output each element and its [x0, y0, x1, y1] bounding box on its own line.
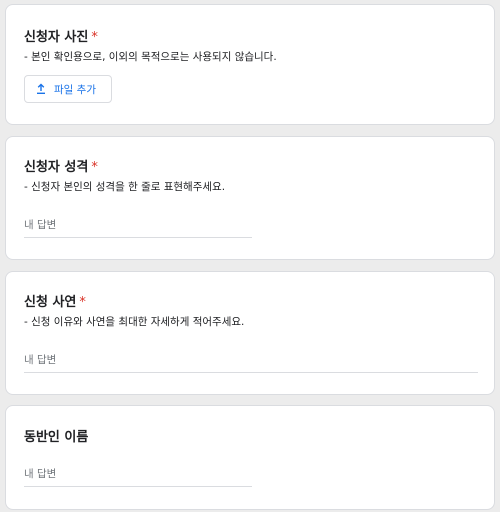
question-title: 신청자 성격 *: [24, 160, 98, 175]
short-answer-input[interactable]: 내 답변: [24, 217, 252, 238]
required-asterisk: *: [79, 295, 86, 310]
question-description: - 본인 확인용으로, 이외의 목적으로는 사용되지 않습니다.: [24, 51, 277, 63]
question-description: - 신청 이유와 사연을 최대한 자세하게 적어주세요.: [24, 316, 245, 328]
question-card-story: 신청 사연 * - 신청 이유와 사연을 최대한 자세하게 적어주세요. 내 답변: [5, 271, 495, 395]
paragraph-answer-input[interactable]: 내 답변: [24, 352, 478, 373]
add-file-button[interactable]: 파일 추가: [24, 75, 112, 103]
required-asterisk: *: [91, 30, 98, 45]
question-card-photo: 신청자 사진 * - 본인 확인용으로, 이외의 목적으로는 사용되지 않습니다.…: [5, 4, 495, 125]
question-card-personality: 신청자 성격 * - 신청자 본인의 성격을 한 줄로 표현해주세요. 내 답변: [5, 136, 495, 260]
upload-icon: [35, 83, 47, 95]
question-title: 신청자 사진 *: [24, 30, 98, 45]
question-title: 동반인 이름: [24, 430, 89, 445]
add-file-label: 파일 추가: [54, 83, 96, 96]
question-card-companion-name: 동반인 이름 내 답변: [5, 405, 495, 510]
question-title: 신청 사연 *: [24, 295, 86, 310]
required-asterisk: *: [91, 160, 98, 175]
question-description: - 신청자 본인의 성격을 한 줄로 표현해주세요.: [24, 181, 226, 193]
short-answer-input[interactable]: 내 답변: [24, 466, 252, 487]
